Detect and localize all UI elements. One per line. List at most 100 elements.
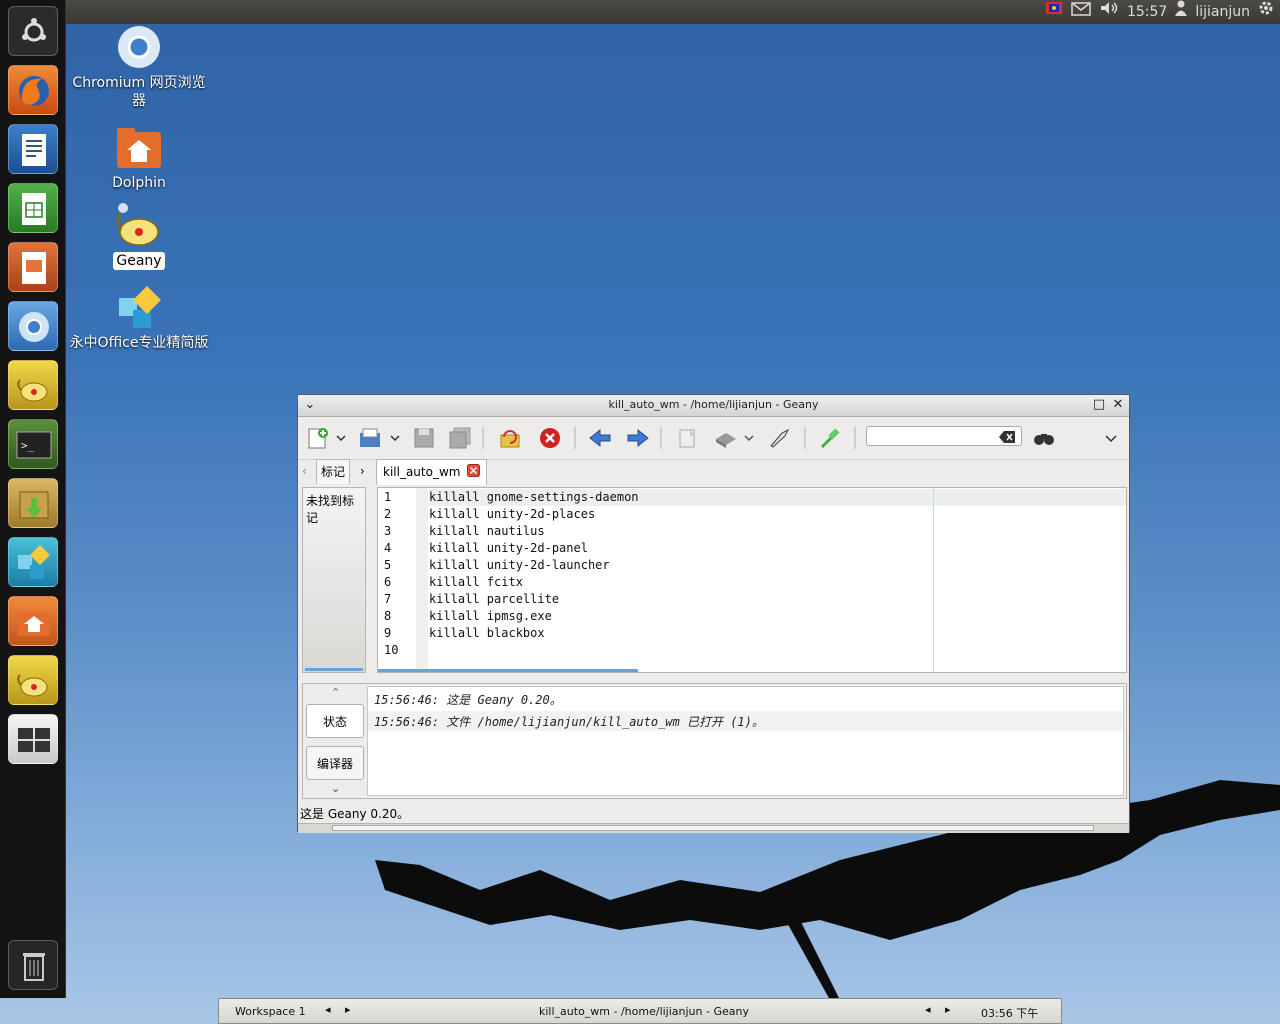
tab-scroll-left-icon[interactable]: ‹ (302, 459, 307, 483)
chevron-down-icon[interactable] (388, 427, 402, 449)
desktop-icon-dolphin[interactable]: Dolphin (64, 126, 214, 192)
volume-icon[interactable] (1099, 0, 1119, 24)
launcher-archive[interactable] (8, 478, 58, 528)
terminal-icon: >_ (16, 431, 52, 459)
clock[interactable]: 15:57 (1127, 4, 1167, 20)
toolbar-separator (482, 427, 484, 449)
window-bottom-scrollbar[interactable] (298, 823, 1129, 833)
writer-icon (22, 134, 46, 166)
status-message[interactable]: 15:56:46: 文件 /home/lijianjun/kill_auto_w… (374, 713, 764, 730)
code-line[interactable]: killall unity-2d-panel (429, 541, 588, 555)
launcher-workspace-switcher[interactable] (8, 714, 58, 764)
launcher-firefox[interactable] (8, 65, 58, 115)
panel-clock: 03:56 下午 (981, 1007, 1039, 1020)
workspace-label[interactable]: Workspace 1 (235, 1005, 306, 1018)
toolbar (298, 417, 1129, 460)
open-file-icon[interactable] (358, 427, 382, 449)
revert-icon[interactable] (498, 427, 522, 449)
launcher-chromium[interactable] (8, 301, 58, 351)
input-method-icon[interactable] (1045, 0, 1063, 24)
trash-icon (23, 953, 45, 981)
launcher-home-folder[interactable] (8, 596, 58, 646)
code-line[interactable]: killall nautilus (429, 524, 545, 538)
code-editor[interactable]: 1 2 3 4 5 6 7 8 9 10 killall gnome-settings-daemo… (377, 487, 1127, 673)
maximize-icon[interactable]: □ (1091, 397, 1107, 413)
chevron-up-icon[interactable]: ⌃ (331, 686, 340, 699)
horizontal-scrollbar[interactable] (378, 669, 638, 672)
build-icon[interactable] (714, 427, 738, 449)
workspace-prev-icon[interactable]: ◂ (325, 1003, 331, 1016)
code-line[interactable]: killall gnome-settings-daemon (429, 490, 639, 504)
toolbar-overflow-chevron-icon[interactable] (1104, 427, 1118, 449)
color-picker-icon[interactable] (818, 427, 842, 449)
geany-window: ⌄ kill_auto_wm - /home/lijianjun - Geany… (297, 394, 1130, 833)
launcher-geany[interactable] (8, 360, 58, 410)
close-icon[interactable]: ✕ (1110, 397, 1126, 413)
taskbar-window-title[interactable]: kill_auto_wm - /home/lijianjun - Geany (539, 1005, 749, 1018)
sidebar-scrollbar[interactable] (305, 668, 363, 671)
code-line[interactable]: killall unity-2d-places (429, 507, 595, 521)
line-number: 2 (384, 507, 392, 521)
launcher-geany-running[interactable] (8, 655, 58, 705)
long-line-marker (933, 488, 934, 672)
symbols-sidebar: 未找到标记 (302, 487, 366, 673)
line-number: 8 (384, 609, 392, 623)
execute-icon[interactable] (768, 427, 792, 449)
window-next-icon[interactable]: ▸ (945, 1003, 951, 1016)
code-line[interactable]: killall blackbox (429, 626, 545, 640)
code-line[interactable]: killall ipmsg.exe (429, 609, 552, 623)
geany-icon (116, 203, 159, 246)
code-line[interactable]: killall fcitx (429, 575, 523, 589)
desktop-icon-label: 永中Office专业精简版 (69, 335, 209, 351)
tab-document-label: kill_auto_wm (383, 465, 461, 479)
launcher-trash[interactable] (8, 940, 58, 990)
save-icon[interactable] (412, 427, 436, 449)
mail-icon[interactable] (1071, 0, 1091, 24)
line-number: 6 (384, 575, 392, 589)
line-number: 10 (384, 643, 399, 657)
status-message[interactable]: 15:56:46: 这是 Geany 0.20。 (374, 691, 562, 708)
session-gear-icon[interactable] (1258, 0, 1274, 24)
title-bar[interactable]: ⌄ kill_auto_wm - /home/lijianjun - Geany… (298, 395, 1129, 417)
scrollbar-thumb[interactable] (332, 825, 1094, 831)
chevron-down-icon[interactable] (742, 427, 756, 449)
tab-close-icon[interactable] (467, 461, 481, 485)
tab-compiler[interactable]: 编译器 (306, 746, 364, 780)
launcher-terminal[interactable]: >_ (8, 419, 58, 469)
launcher-writer[interactable] (8, 124, 58, 174)
code-line[interactable]: killall parcellite (429, 592, 559, 606)
dash-home-button[interactable] (8, 6, 58, 56)
bottom-panel: Workspace 1 ◂ ▸ kill_auto_wm - /home/lij… (218, 998, 1062, 1024)
user-name[interactable]: lijianjun (1195, 4, 1250, 20)
new-file-icon[interactable] (306, 427, 330, 449)
message-tabs: ⌃ 状态 编译器 ⌄ (303, 684, 367, 798)
chevron-down-icon[interactable] (334, 427, 348, 449)
tab-document[interactable]: kill_auto_wm (376, 459, 488, 485)
status-bar: 这是 Geany 0.20。 (300, 807, 410, 821)
line-number: 1 (384, 490, 392, 504)
forward-arrow-icon[interactable] (626, 427, 650, 449)
clear-search-icon[interactable] (998, 430, 1016, 444)
close-file-icon[interactable] (538, 427, 562, 449)
launcher-calc[interactable] (8, 183, 58, 233)
tab-status[interactable]: 状态 (306, 704, 364, 738)
desktop-icon-geany[interactable]: Geany (64, 200, 214, 270)
binoculars-icon[interactable] (1032, 427, 1056, 449)
desktop-icon-chromium[interactable]: Chromium 网页浏览器 (64, 24, 214, 110)
desktop-icon-label: Geany (113, 252, 165, 270)
desktop-icon-label: Dolphin (112, 175, 166, 191)
tab-symbols[interactable]: 标记 (316, 459, 350, 484)
no-symbols-message: 未找到标记 (306, 494, 355, 525)
desktop-icon-yozo-office[interactable]: 永中Office专业精简版 (64, 284, 214, 352)
compile-icon[interactable] (676, 427, 700, 449)
tab-scroll-right-icon[interactable]: › (360, 459, 365, 483)
launcher-yozo-office[interactable] (8, 537, 58, 587)
chevron-down-icon[interactable]: ⌄ (331, 782, 340, 795)
launcher-impress[interactable] (8, 242, 58, 292)
workspace-next-icon[interactable]: ▸ (345, 1003, 351, 1016)
back-arrow-icon[interactable] (588, 427, 612, 449)
code-line[interactable]: killall unity-2d-launcher (429, 558, 610, 572)
save-all-icon[interactable] (448, 427, 472, 449)
line-number-gutter: 1 2 3 4 5 6 7 8 9 10 (378, 488, 428, 672)
window-prev-icon[interactable]: ◂ (925, 1003, 931, 1016)
